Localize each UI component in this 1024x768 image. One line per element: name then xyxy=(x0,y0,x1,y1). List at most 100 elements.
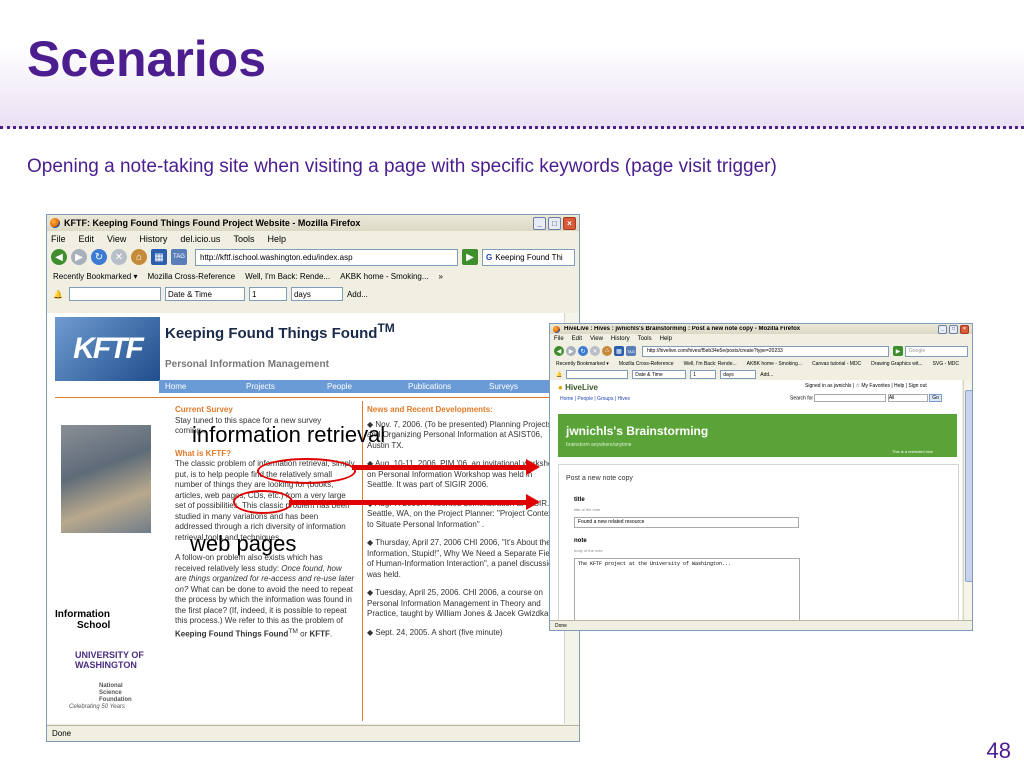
reminder-add-button[interactable]: Add... xyxy=(760,372,773,378)
hivelive-scope-select[interactable]: All xyxy=(887,394,928,402)
url-bar[interactable]: http://hivelive.com/hives/f5eb34e5e/post… xyxy=(642,345,889,357)
annotation-label-information-retrieval: information retrieval xyxy=(192,422,386,447)
scrollbar-thumb[interactable] xyxy=(965,390,972,582)
go-icon[interactable]: ▶ xyxy=(893,346,903,356)
hive-banner: jwnichls's Brainstorming brainstorm anyw… xyxy=(558,414,957,457)
maximize-button[interactable]: □ xyxy=(949,324,958,334)
back-icon[interactable]: ◀ xyxy=(51,249,67,265)
stop-icon[interactable]: ✕ xyxy=(111,249,127,265)
close-button[interactable]: × xyxy=(563,216,576,230)
menu-delicious[interactable]: del.icio.us xyxy=(180,234,220,244)
bell-icon[interactable]: 🔔 xyxy=(53,290,63,299)
menu-file[interactable]: File xyxy=(51,234,66,244)
bookmark-icon[interactable]: ▦ xyxy=(151,249,167,265)
menu-help[interactable]: Help xyxy=(267,234,286,244)
uw-logo[interactable]: UNIVERSITY OF WASHINGTON xyxy=(75,650,144,670)
bell-icon[interactable]: 🔔 xyxy=(556,372,562,378)
search-input[interactable]: Google xyxy=(905,345,968,357)
window-titlebar: HiveLive : Hives : jwnichls's Brainstorm… xyxy=(550,324,972,334)
bookmark-recent[interactable]: Recently Bookmarked ▾ xyxy=(556,361,609,367)
vertical-scrollbar[interactable] xyxy=(963,380,972,620)
tag-icon[interactable]: TAG xyxy=(626,346,636,356)
arrow-head-icon xyxy=(526,459,540,475)
nav-publications[interactable]: Publications xyxy=(402,382,483,391)
search-input[interactable]: G Keeping Found Thi xyxy=(482,248,575,266)
back-icon[interactable]: ◀ xyxy=(554,346,564,356)
url-text: http://hivelive.com/hives/f5eb34e5e/post… xyxy=(647,348,783,354)
bee-icon: ● xyxy=(558,383,563,392)
bookmark-wellback[interactable]: Well, I'm Back: Rende... xyxy=(245,272,330,281)
hivelive-logo[interactable]: ● HiveLive xyxy=(558,383,598,392)
forward-icon[interactable]: ▶ xyxy=(566,346,576,356)
title-label: title xyxy=(574,497,585,503)
bookmark-overflow[interactable]: » xyxy=(439,272,443,281)
maximize-button[interactable]: □ xyxy=(548,216,561,230)
reload-icon[interactable]: ↻ xyxy=(578,346,588,356)
reminder-count-select[interactable]: 1 xyxy=(690,370,717,379)
window-titlebar: KFTF: Keeping Found Things Found Project… xyxy=(47,215,579,231)
nav-projects[interactable]: Projects xyxy=(240,382,321,391)
stop-icon[interactable]: ✕ xyxy=(590,346,600,356)
reminder-text-input[interactable] xyxy=(566,370,629,379)
reminder-unit-select[interactable]: days xyxy=(290,287,343,301)
bookmark-wellback[interactable]: Well, I'm Back: Rende... xyxy=(684,361,737,367)
close-button[interactable]: × xyxy=(960,324,969,334)
hivelive-go-button[interactable]: Go xyxy=(929,394,942,403)
bookmark-recent[interactable]: Recently Bookmarked ▾ xyxy=(53,272,138,281)
bookmark-mozilla[interactable]: Mozilla Cross-Reference xyxy=(619,361,674,367)
kftf-logo[interactable]: KFTF xyxy=(55,317,160,381)
menu-edit[interactable]: Edit xyxy=(572,336,582,342)
menu-view[interactable]: View xyxy=(590,336,603,342)
kftf-divider xyxy=(55,397,564,398)
tag-icon[interactable]: TAG xyxy=(171,249,187,265)
reminder-unit-select[interactable]: days xyxy=(720,370,757,379)
ischool-logo[interactable]: Information School xyxy=(55,609,110,631)
forward-icon[interactable]: ▶ xyxy=(71,249,87,265)
bookmark-drawing[interactable]: Drawing Graphics wit... xyxy=(871,361,922,367)
nav-people[interactable]: People xyxy=(321,382,402,391)
reminder-type-select[interactable]: Date & Time xyxy=(164,287,245,301)
bookmark-akbk[interactable]: AKBK home - Smoking... xyxy=(340,272,428,281)
menu-tools[interactable]: Tools xyxy=(638,336,652,342)
minimize-button[interactable]: _ xyxy=(938,324,947,334)
url-bar[interactable]: http://kftf.ischool.washington.edu/index… xyxy=(195,248,458,266)
hivelive-nav-links[interactable]: Home | People | Groups | Hives xyxy=(560,396,630,402)
bookmark-mozilla[interactable]: Mozilla Cross-Reference xyxy=(148,272,236,281)
bookmark-akbk[interactable]: AKBK home - Smoking... xyxy=(747,361,802,367)
navigation-toolbar: ◀ ▶ ↻ ✕ ⌂ ▦ TAG http://kftf.ischool.wash… xyxy=(47,246,579,268)
home-icon[interactable]: ⌂ xyxy=(131,249,147,265)
kftf-nav-bar: Home Projects People Publications Survey… xyxy=(159,380,564,393)
menu-file[interactable]: File xyxy=(554,336,564,342)
reminder-count-select[interactable]: 1 xyxy=(248,287,287,301)
note-label: note xyxy=(574,538,587,544)
go-icon[interactable]: ▶ xyxy=(462,249,478,265)
note-body-textarea[interactable]: The KFTF project at the University of Wa… xyxy=(574,558,800,620)
arrow-head-icon xyxy=(526,494,540,510)
menu-tools[interactable]: Tools xyxy=(233,234,254,244)
minimize-button[interactable]: _ xyxy=(533,216,546,230)
menu-view[interactable]: View xyxy=(107,234,126,244)
highlight-oval-web-pages xyxy=(233,490,293,514)
note-title-input[interactable]: Found a new related resource xyxy=(574,517,799,528)
hivelive-search: Search for All Go xyxy=(790,394,942,403)
reminder-add-button[interactable]: Add... xyxy=(347,290,368,299)
signed-in-bar[interactable]: Signed in as jwnichls | ☆ My Favorites |… xyxy=(805,383,927,389)
reload-icon[interactable]: ↻ xyxy=(91,249,107,265)
menu-help[interactable]: Help xyxy=(660,336,672,342)
news-item: ◆ Thursday, April 27, 2006 CHI 2006, "It… xyxy=(367,538,558,579)
reminder-type-select[interactable]: Date & Time xyxy=(632,370,687,379)
kftf-news-column: News and Recent Developments: ◆ Nov. 7, … xyxy=(367,405,559,638)
menu-edit[interactable]: Edit xyxy=(79,234,95,244)
highlight-oval-information-retrieval xyxy=(257,458,356,484)
menu-history[interactable]: History xyxy=(611,336,630,342)
bookmark-icon[interactable]: ▦ xyxy=(614,346,624,356)
bookmark-svg[interactable]: SVG - MDC xyxy=(933,361,959,367)
nsf-logo[interactable]: National Science Foundation Celebrating … xyxy=(69,683,132,711)
home-icon[interactable]: ⌂ xyxy=(602,346,612,356)
reminder-text-input[interactable] xyxy=(68,287,161,301)
menu-history[interactable]: History xyxy=(139,234,167,244)
nav-home[interactable]: Home xyxy=(159,382,240,391)
bookmark-canvas[interactable]: Canvas tutorial - MDC xyxy=(812,361,861,367)
current-survey-heading: Current Survey xyxy=(175,405,233,414)
hivelive-search-input[interactable] xyxy=(814,394,887,402)
